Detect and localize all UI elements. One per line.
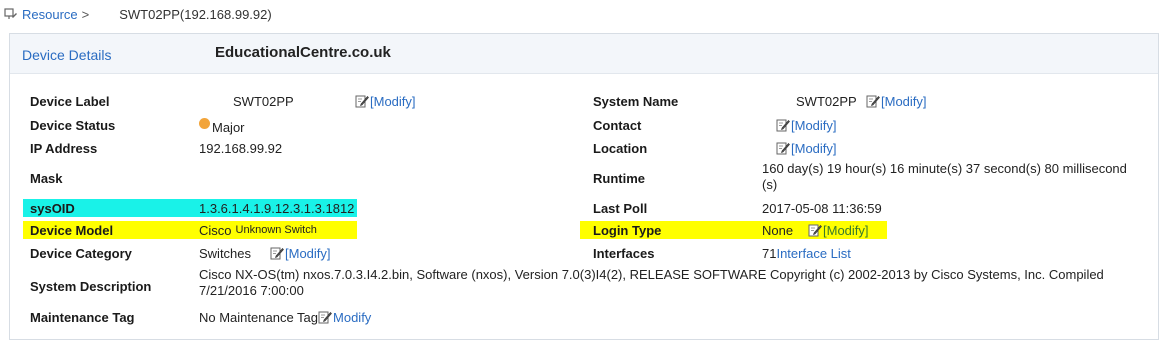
runtime-value-line1: 160 day(s) 19 hour(s) 16 minute(s) 37 se… bbox=[762, 161, 1127, 176]
interfaces-count: 71 bbox=[762, 245, 777, 261]
edit-icon bbox=[270, 246, 284, 260]
last-poll-value: 2017-05-08 11:36:59 bbox=[762, 200, 882, 216]
modify-link[interactable]: [Modify] bbox=[823, 223, 869, 238]
device-label-modify[interactable]: [Modify] bbox=[355, 90, 416, 112]
device-category-label: Device Category bbox=[30, 245, 132, 261]
modify-link[interactable]: [Modify] bbox=[285, 246, 331, 261]
interface-list-link[interactable]: Interface List bbox=[776, 246, 850, 261]
modify-link[interactable]: [Modify] bbox=[370, 94, 416, 109]
location-modify[interactable]: [Modify] bbox=[776, 137, 837, 159]
system-name-value: SWT02PP bbox=[796, 93, 857, 109]
device-label-label: Device Label bbox=[30, 93, 110, 109]
tab-device-details[interactable]: Device Details bbox=[22, 47, 111, 63]
runtime-label: Runtime bbox=[593, 170, 645, 186]
panel-header: Device Details EducationalCentre.co.uk bbox=[10, 34, 1158, 74]
modify-link[interactable]: Modify bbox=[333, 310, 371, 325]
system-name-label: System Name bbox=[593, 93, 679, 109]
device-model-value: Cisco bbox=[199, 222, 232, 238]
modify-link[interactable]: [Modify] bbox=[791, 118, 837, 133]
breadcrumb: Resource > SWT02PP(192.168.99.92) bbox=[4, 5, 272, 23]
breadcrumb-resource-link[interactable]: Resource bbox=[22, 7, 78, 22]
system-description-line1: Cisco NX-OS(tm) nxos.7.0.3.I4.2.bin, Sof… bbox=[199, 267, 1104, 282]
device-model-label: Device Model bbox=[30, 222, 114, 238]
device-model-sub-value: Unknown Switch bbox=[235, 224, 317, 236]
runtime-value-line2: (s) bbox=[762, 177, 778, 192]
system-name-modify[interactable]: [Modify] bbox=[866, 90, 927, 112]
ip-address-value: 192.168.99.92 bbox=[199, 140, 283, 156]
device-category-modify[interactable]: [Modify] bbox=[270, 242, 331, 264]
modify-link[interactable]: [Modify] bbox=[881, 94, 927, 109]
breadcrumb-current: SWT02PP(192.168.99.92) bbox=[119, 6, 272, 22]
login-type-modify[interactable]: [Modify] bbox=[808, 219, 869, 241]
maintenance-tag-modify[interactable]: Modify bbox=[318, 310, 371, 325]
breadcrumb-separator: > bbox=[81, 6, 90, 22]
device-status-label: Device Status bbox=[30, 117, 116, 133]
status-dot-icon bbox=[199, 117, 210, 129]
device-label-value: SWT02PP bbox=[233, 93, 294, 109]
sysoid-value: 1.3.6.1.4.1.9.12.3.1.3.1812 bbox=[199, 200, 355, 216]
last-poll-label: Last Poll bbox=[593, 200, 648, 216]
edit-icon bbox=[318, 310, 332, 324]
sysoid-label: sysOID bbox=[30, 200, 75, 216]
login-type-label: Login Type bbox=[593, 222, 662, 238]
modify-link[interactable]: [Modify] bbox=[791, 141, 837, 156]
location-label: Location bbox=[593, 140, 648, 156]
watermark: EducationalCentre.co.uk bbox=[215, 44, 391, 61]
edit-icon bbox=[808, 223, 822, 237]
mask-label: Mask bbox=[30, 170, 63, 186]
ip-address-label: IP Address bbox=[30, 140, 98, 156]
system-description-label: System Description bbox=[30, 278, 152, 294]
login-type-value: None bbox=[762, 222, 794, 238]
maintenance-tag-label: Maintenance Tag bbox=[30, 309, 135, 325]
contact-label: Contact bbox=[593, 117, 642, 133]
device-category-value: Switches bbox=[199, 245, 252, 261]
maintenance-tag-value: No Maintenance Tag bbox=[199, 309, 319, 325]
edit-icon bbox=[866, 94, 880, 108]
device-status-value: Major bbox=[212, 119, 245, 135]
edit-icon bbox=[776, 141, 790, 155]
edit-icon bbox=[355, 94, 369, 108]
resource-icon bbox=[4, 8, 17, 19]
contact-modify[interactable]: [Modify] bbox=[776, 114, 837, 136]
system-description-line2: 7/21/2016 7:00:00 bbox=[199, 283, 304, 298]
edit-icon bbox=[776, 118, 790, 132]
interfaces-label: Interfaces bbox=[593, 245, 655, 261]
